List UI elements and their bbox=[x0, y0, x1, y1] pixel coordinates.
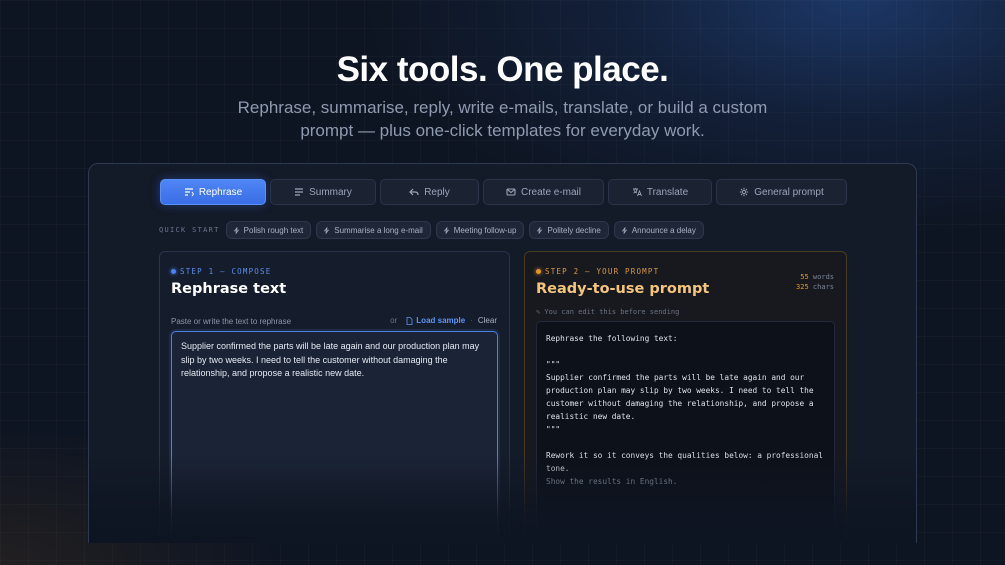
word-count: 55 bbox=[800, 273, 809, 281]
lightning-icon bbox=[443, 226, 449, 234]
template-chip-delay[interactable]: Announce a delay bbox=[613, 221, 704, 239]
compose-panel: STEP 1 — COMPOSE Rephrase text Paste or … bbox=[159, 251, 510, 543]
tab-label: Reply bbox=[424, 186, 450, 198]
chip-label: Summarise a long e-mail bbox=[334, 225, 423, 235]
quick-start-bar: QUICK START Polish rough text Summarise … bbox=[159, 221, 709, 239]
step-dot bbox=[536, 269, 541, 274]
prompt-panel: STEP 2 — YOUR PROMPT 55 words 325 chars … bbox=[524, 251, 847, 543]
tab-translate[interactable]: Translate bbox=[608, 179, 712, 205]
hero-title: Six tools. One place. bbox=[336, 50, 669, 89]
or-label: or bbox=[390, 316, 398, 325]
tab-label: Create e-mail bbox=[520, 186, 582, 198]
compose-textarea[interactable]: Supplier confirmed the parts will be lat… bbox=[171, 331, 498, 541]
compose-title: Rephrase text bbox=[171, 281, 287, 297]
mail-icon bbox=[506, 188, 516, 196]
chip-label: Politely decline bbox=[547, 225, 601, 235]
load-sample-button[interactable]: Load sample bbox=[406, 316, 465, 325]
prompt-step-label: STEP 2 — YOUR PROMPT bbox=[536, 267, 659, 276]
translate-icon bbox=[632, 188, 642, 197]
reply-icon bbox=[409, 188, 419, 196]
step-dot bbox=[171, 269, 176, 274]
step-text: STEP 2 — YOUR PROMPT bbox=[545, 267, 660, 276]
compose-step-label: STEP 1 — COMPOSE bbox=[171, 267, 271, 276]
chip-label: Meeting follow-up bbox=[453, 225, 517, 235]
prompt-title: Ready-to-use prompt bbox=[536, 281, 710, 297]
tab-label: Translate bbox=[646, 186, 689, 198]
template-chip-meeting[interactable]: Meeting follow-up bbox=[435, 221, 525, 239]
lightning-icon bbox=[537, 226, 543, 234]
chip-label: Announce a delay bbox=[631, 225, 696, 235]
prompt-language-line: Show the results in English. bbox=[546, 477, 678, 486]
template-chip-summarise[interactable]: Summarise a long e-mail bbox=[316, 221, 431, 239]
lightning-icon bbox=[621, 226, 627, 234]
lightning-icon bbox=[324, 226, 330, 234]
tab-summary[interactable]: Summary bbox=[270, 179, 376, 205]
prompt-editor[interactable]: Rephrase the following text: """ Supplie… bbox=[536, 321, 835, 541]
clear-button[interactable]: Clear bbox=[478, 316, 497, 325]
tab-label: Rephrase bbox=[198, 186, 243, 198]
tab-reply[interactable]: Reply bbox=[380, 179, 479, 205]
gear-icon bbox=[740, 187, 749, 197]
step-text: STEP 1 — COMPOSE bbox=[180, 267, 272, 276]
rephrase-icon bbox=[184, 188, 194, 197]
tab-label: General prompt bbox=[754, 186, 824, 198]
tab-general-prompt[interactable]: General prompt bbox=[716, 179, 847, 205]
chip-label: Polish rough text bbox=[243, 225, 304, 235]
app-window: Rephrase Summary Reply Create e-mail Tra… bbox=[88, 163, 917, 543]
summary-icon bbox=[295, 188, 304, 196]
compose-hint: Paste or write the text to rephrase bbox=[171, 317, 292, 326]
tab-create-email[interactable]: Create e-mail bbox=[483, 179, 604, 205]
chars-label: chars bbox=[812, 283, 834, 291]
separator: · bbox=[470, 316, 473, 325]
tab-label: Summary bbox=[309, 186, 352, 198]
template-chip-polish[interactable]: Polish rough text bbox=[225, 221, 312, 239]
tab-rephrase[interactable]: Rephrase bbox=[160, 179, 266, 205]
edit-note: ✎ You can edit this before sending bbox=[536, 308, 680, 316]
words-label: words bbox=[812, 273, 834, 281]
load-sample-label: Load sample bbox=[416, 316, 466, 325]
lightning-icon bbox=[233, 226, 239, 234]
hero-subtitle: Rephrase, summarise, reply, write e-mail… bbox=[237, 98, 768, 140]
compose-actions: or Load sample · Clear bbox=[390, 316, 497, 325]
quick-start-label: QUICK START bbox=[159, 226, 220, 234]
tool-tabs: Rephrase Summary Reply Create e-mail Tra… bbox=[160, 179, 851, 205]
prompt-counter: 55 words 325 chars bbox=[796, 272, 834, 292]
template-chip-decline[interactable]: Politely decline bbox=[529, 221, 609, 239]
prompt-body: Rephrase the following text: """ Supplie… bbox=[546, 334, 823, 473]
char-count: 325 bbox=[796, 283, 809, 291]
document-icon bbox=[406, 316, 413, 325]
